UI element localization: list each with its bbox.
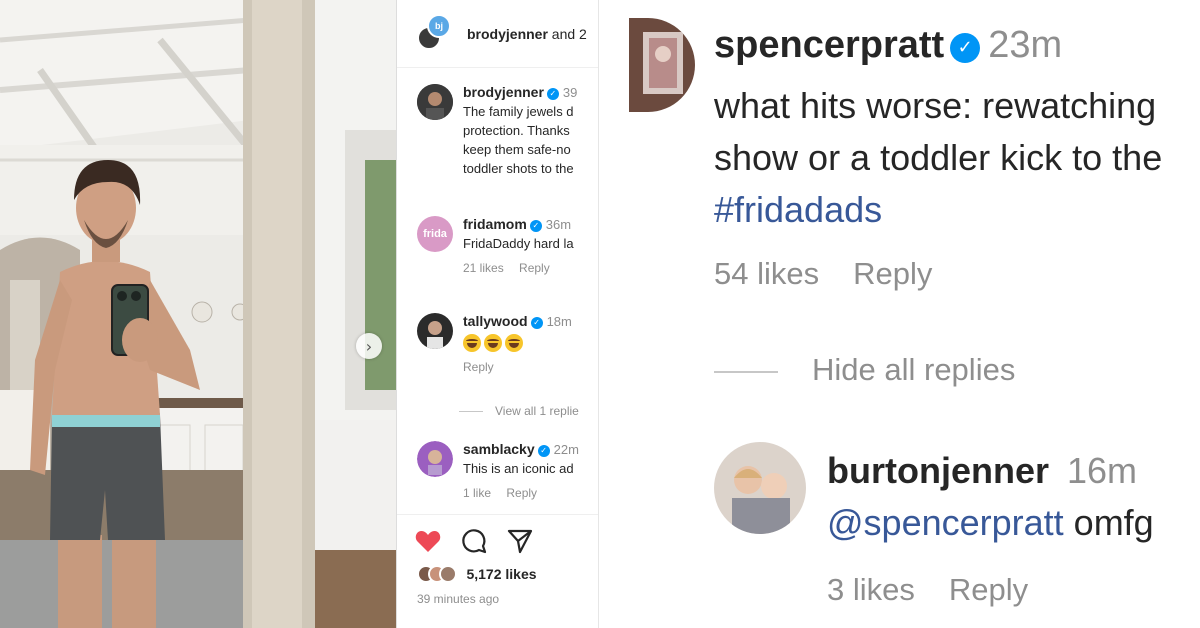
avatar-photo — [417, 441, 453, 477]
comment-time: 36m — [545, 217, 572, 232]
comment-text-line: protection. Thanks — [463, 123, 570, 138]
avatar-logo-text: frida — [423, 228, 447, 240]
reply-time: 16m — [1067, 450, 1138, 491]
emoji-row — [463, 334, 598, 352]
comment-username[interactable]: tallywood — [463, 313, 528, 329]
avatar-photo — [629, 18, 695, 112]
comment-icon — [462, 529, 487, 554]
hashtag-link[interactable]: #fridadads — [714, 184, 1162, 236]
comment-meta: 54 likes Reply — [714, 256, 966, 292]
comment-time: 22m — [553, 442, 579, 457]
avatar[interactable] — [714, 442, 806, 534]
verified-badge-icon: ✓ — [537, 445, 550, 457]
divider — [714, 370, 778, 373]
share-button[interactable] — [506, 527, 534, 555]
avatar[interactable] — [417, 313, 453, 349]
post-header: bj brodyjenner and 2 — [397, 0, 598, 68]
heart-icon — [415, 531, 441, 552]
mirror-selfie-illustration — [0, 0, 396, 628]
laughing-emoji-icon — [463, 334, 481, 352]
chevron-right-icon: › — [365, 336, 373, 356]
header-suffix: and 2 — [551, 26, 587, 42]
comment-button[interactable] — [460, 527, 488, 555]
comment-likes[interactable]: 1 like — [463, 486, 491, 500]
zoomed-comment-panel: spencerpratt ✓ 23m what hits worse: rewatc… — [598, 0, 1200, 628]
reply-button[interactable]: Reply — [853, 256, 932, 291]
post-timestamp[interactable]: 39 minutes ago — [417, 592, 499, 606]
reply-header: burtonjenner 16m — [827, 450, 1137, 492]
header-username[interactable]: brodyjenner and 2 — [467, 26, 587, 42]
avatar[interactable] — [629, 18, 695, 112]
comment-likes[interactable]: 54 likes — [714, 256, 819, 291]
laughing-emoji-icon — [484, 334, 502, 352]
view-replies-button[interactable]: View all 1 replie — [463, 404, 579, 418]
comment-username[interactable]: samblacky — [463, 441, 535, 457]
reply-text: @spencerpratt omfg — [827, 502, 1154, 544]
comment-time: 23m — [988, 24, 1063, 66]
comment-username[interactable]: brodyjenner — [463, 84, 544, 100]
hide-replies-label: Hide all replies — [812, 352, 1016, 387]
avatar-photo — [714, 442, 806, 534]
hide-replies-button[interactable]: Hide all replies — [714, 352, 1015, 388]
reply-username[interactable]: burtonjenner — [827, 450, 1049, 491]
comment-username[interactable]: spencerpratt — [714, 24, 944, 66]
avatar-collab[interactable]: bj — [427, 14, 451, 38]
likes-count[interactable]: 5,172 likes — [466, 566, 536, 582]
avatar-photo — [417, 313, 453, 349]
reply-meta: 3 likes Reply — [827, 572, 1062, 608]
mention-link[interactable]: @spencerpratt — [827, 502, 1064, 543]
comment-header: spencerpratt ✓ 23m — [714, 24, 1062, 67]
verified-badge-icon: ✓ — [529, 220, 542, 232]
share-icon — [507, 529, 533, 554]
comment-time: 39 — [562, 85, 578, 100]
verified-badge-icon: ✓ — [530, 317, 543, 329]
comment-text-line: what hits worse: rewatching — [714, 85, 1157, 126]
like-button[interactable] — [414, 527, 442, 555]
reply-text-body: omfg — [1073, 502, 1154, 543]
comment-text-line: FridaDaddy hard la — [463, 236, 574, 251]
post-photo: › — [0, 0, 396, 628]
avatar[interactable]: frida — [417, 216, 453, 252]
carousel-next-button[interactable]: › — [356, 333, 382, 359]
reply-likes[interactable]: 3 likes — [827, 572, 915, 607]
post-actions: 5,172 likes 39 minutes ago — [397, 514, 598, 628]
header-username-text[interactable]: brodyjenner — [467, 26, 548, 42]
comment-time: 18m — [546, 314, 572, 329]
avatar[interactable] — [417, 441, 453, 477]
comment-text-line: This is an iconic ad — [463, 461, 574, 476]
reply-button[interactable]: Reply — [463, 360, 494, 374]
likes-row[interactable]: 5,172 likes — [417, 565, 537, 587]
reply-button[interactable]: Reply — [506, 486, 537, 500]
comment-text-line: show or a toddler kick to the — [714, 137, 1163, 178]
reply-button[interactable]: Reply — [519, 261, 550, 275]
reply-button[interactable]: Reply — [949, 572, 1028, 607]
comment-username[interactable]: fridamom — [463, 216, 527, 232]
verified-badge-icon: ✓ — [546, 88, 559, 100]
instagram-comments-panel: bj brodyjenner and 2 brodyjenner ✓ 39 The … — [396, 0, 598, 628]
comment-text-line: toddler shots to the — [463, 161, 574, 176]
verified-badge-icon: ✓ — [950, 33, 981, 63]
laughing-emoji-icon — [505, 334, 523, 352]
comment-text-line: keep them safe-no — [463, 142, 571, 157]
comment-text-line: The family jewels d — [463, 104, 574, 119]
avatar-photo — [417, 84, 453, 120]
avatar — [439, 565, 457, 583]
comment-likes[interactable]: 21 likes — [463, 261, 504, 275]
avatar[interactable] — [417, 84, 453, 120]
comment-text: what hits worse: rewatching show or a to… — [714, 80, 1162, 236]
